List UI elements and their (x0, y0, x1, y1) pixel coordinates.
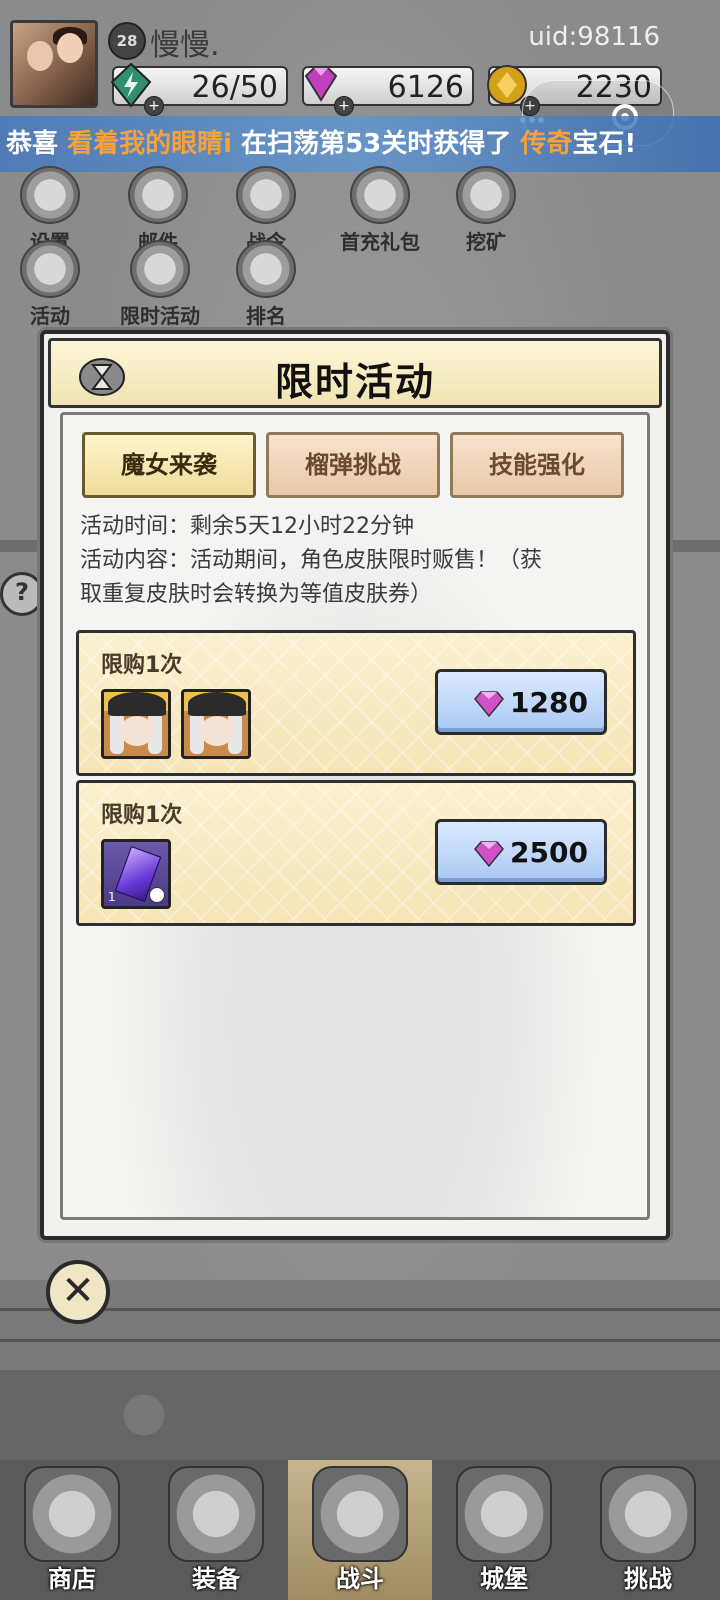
tab-grenade-challenge[interactable]: 榴弹挑战 (266, 432, 440, 498)
witch-skin-icon[interactable] (101, 689, 171, 759)
bottom-nav: 商店 装备 战斗 城堡 挑战 (0, 1460, 720, 1600)
marquee-item: 传奇 (520, 129, 573, 159)
event-time: 活动时间：剩余5天12小时22分钟 (80, 514, 414, 539)
nav-castle[interactable]: 城堡 (432, 1460, 576, 1600)
buy-button[interactable]: 1280 (435, 669, 607, 735)
witch-skin-icon[interactable] (181, 689, 251, 759)
level-badge: 28 (108, 22, 146, 60)
offer-card: 限购1次 1 2500 (76, 780, 636, 926)
event-content-line1: 活动内容：活动期间，角色皮肤限时贩售！（获 (80, 548, 543, 573)
username: 慢慢. (150, 28, 220, 63)
menu-ranking[interactable]: 排名 (226, 240, 306, 329)
stone-floor (0, 1370, 720, 1460)
tab-witch-raid[interactable]: 魔女来袭 (82, 432, 256, 498)
castle-icon (456, 1466, 552, 1562)
nav-equipment[interactable]: 装备 (144, 1460, 288, 1600)
limited-event-dialog: 限时活动 魔女来袭 榴弹挑战 技能强化 活动时间：剩余5天12小时22分钟 活动… (40, 330, 670, 1240)
price-value: 2500 (510, 836, 588, 869)
announcement-marquee: 恭喜 看着我的眼睛i 在扫荡第53关时获得了 传奇宝石! (0, 116, 720, 172)
energy-value: 26/50 (191, 70, 278, 105)
energy-resource[interactable]: + 26/50 (110, 62, 288, 116)
add-gems-button[interactable]: + (334, 96, 354, 116)
purchase-limit: 限购1次 (101, 803, 183, 828)
menu-limited-events-label: 限时活动 (120, 304, 200, 328)
purchase-limit: 限购1次 (101, 653, 183, 678)
gift-icon (350, 166, 410, 224)
purple-gem-icon (474, 841, 504, 868)
gems-value: 6126 (387, 70, 464, 105)
nav-equipment-label: 装备 (192, 1565, 240, 1593)
menu-mining[interactable]: 挖矿 (446, 166, 526, 255)
nav-challenge[interactable]: 挑战 (576, 1460, 720, 1600)
tab-skill-upgrade[interactable]: 技能强化 (450, 432, 624, 498)
menu-first-recharge-label: 首充礼包 (340, 230, 420, 254)
crossed-swords-icon (312, 1466, 408, 1562)
menu-events-label: 活动 (30, 304, 70, 328)
hourglass-icon (130, 240, 190, 298)
uid-label: uid:98116 (528, 22, 660, 52)
menu-events[interactable]: 活动 (10, 240, 90, 329)
price-value: 1280 (510, 686, 588, 719)
nav-battle[interactable]: 战斗 (288, 1460, 432, 1600)
marquee-prefix: 恭喜 (6, 129, 59, 159)
add-energy-button[interactable]: + (144, 96, 164, 116)
event-content-line2: 取重复皮肤时会转换为等值皮肤券） (80, 582, 433, 607)
more-icon[interactable] (520, 108, 550, 123)
purple-gem-icon (474, 691, 504, 718)
gems-resource[interactable]: + 6126 (302, 66, 474, 116)
menu-mining-label: 挖矿 (466, 230, 506, 254)
help-icon[interactable]: ? (0, 572, 44, 616)
menu-ranking-label: 排名 (246, 304, 286, 328)
backpack-icon (168, 1466, 264, 1562)
shield-icon (600, 1466, 696, 1562)
avatar[interactable] (10, 20, 98, 108)
menu-limited-events[interactable]: 限时活动 (108, 240, 212, 329)
marquee-suffix: 宝石! (572, 129, 637, 159)
marquee-player: 看着我的眼睛i (67, 129, 232, 159)
marquee-middle: 在扫荡第53关时获得了 (241, 129, 512, 159)
nav-challenge-label: 挑战 (624, 1565, 672, 1593)
mining-icon (456, 166, 516, 224)
gear-icon (20, 166, 80, 224)
menu-first-recharge[interactable]: 首充礼包 (320, 166, 440, 255)
nav-shop-label: 商店 (48, 1565, 96, 1593)
battle-pass-icon (236, 166, 296, 224)
nav-shop[interactable]: 商店 (0, 1460, 144, 1600)
buy-button[interactable]: 2500 (435, 819, 607, 885)
purple-crystal-icon[interactable]: 1 (101, 839, 171, 909)
mail-icon (128, 166, 188, 224)
dialog-header: 限时活动 (48, 338, 662, 408)
dialog-title: 限时活动 (274, 360, 435, 404)
offer-card: 限购1次 1280 (76, 630, 636, 776)
laurel-icon (20, 240, 80, 298)
shop-icon (24, 1466, 120, 1562)
nav-battle-label: 战斗 (336, 1565, 384, 1593)
ranking-icon (236, 240, 296, 298)
close-dialog-button[interactable]: ✕ (46, 1260, 110, 1324)
nav-castle-label: 城堡 (480, 1565, 528, 1593)
item-count: 1 (108, 890, 116, 904)
